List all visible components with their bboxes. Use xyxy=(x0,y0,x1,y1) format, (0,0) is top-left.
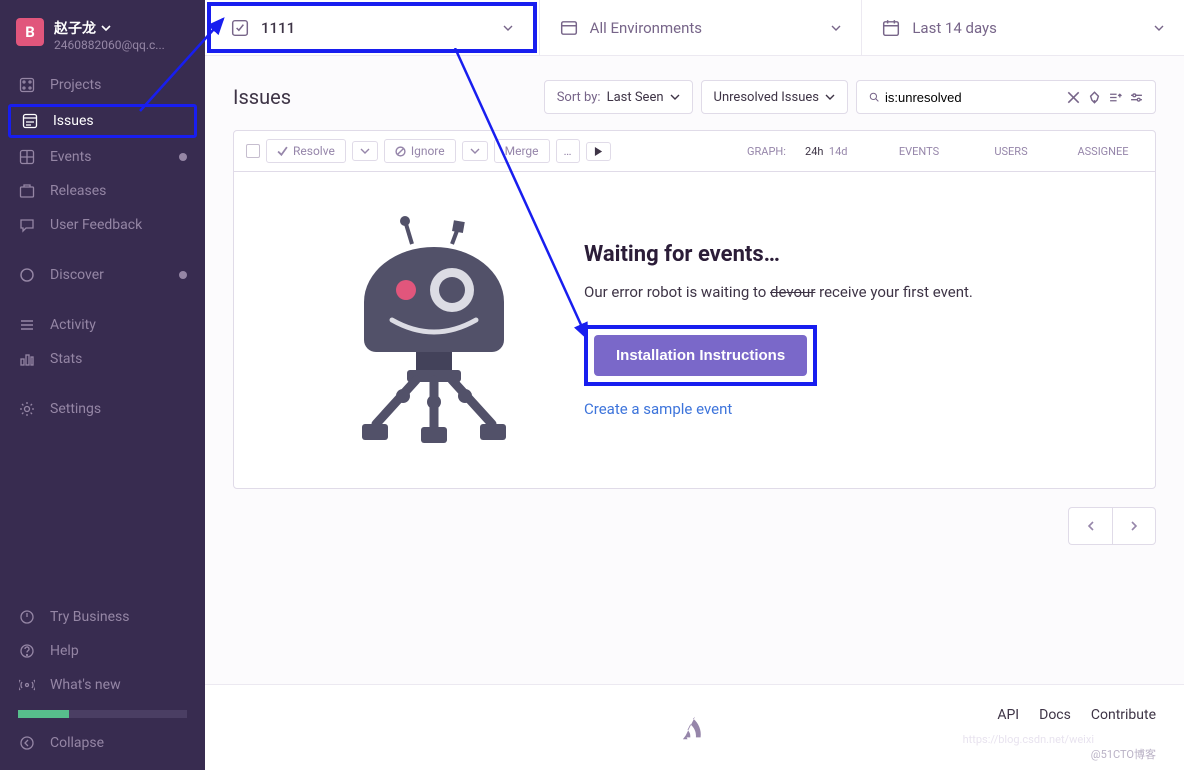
quota-progress xyxy=(18,710,187,718)
user-email: 2460882060@qq.c... xyxy=(54,38,189,52)
sidebar-item-collapse[interactable]: Collapse xyxy=(0,726,205,760)
search-input[interactable] xyxy=(856,80,1156,114)
empty-description: Our error robot is waiting to devour rec… xyxy=(584,281,973,304)
pagination xyxy=(233,507,1156,545)
assignee-header: ASSIGNEE xyxy=(1063,145,1143,158)
footer-link-contribute[interactable]: Contribute xyxy=(1091,707,1156,723)
ignore-dropdown[interactable] xyxy=(462,141,488,161)
merge-button[interactable]: Merge xyxy=(494,139,550,163)
events-header: EVENTS xyxy=(879,145,959,158)
clear-icon[interactable] xyxy=(1067,91,1080,104)
avatar: B xyxy=(16,18,44,46)
calendar-icon xyxy=(882,19,900,37)
select-all-checkbox[interactable] xyxy=(246,144,260,158)
more-actions-button[interactable]: … xyxy=(556,139,580,163)
sidebar-item-whats-new[interactable]: What's new xyxy=(0,668,205,702)
empty-state: Waiting for events… Our error robot is w… xyxy=(234,172,1155,488)
pin-icon[interactable] xyxy=(1088,91,1101,104)
saved-search-icon[interactable] xyxy=(1109,91,1122,104)
stats-icon xyxy=(18,350,36,368)
sidebar-item-issues[interactable]: Issues xyxy=(8,104,197,138)
empty-title: Waiting for events… xyxy=(584,242,973,267)
sort-dropdown[interactable]: Sort by: Last Seen xyxy=(544,80,693,114)
sidebar-item-help[interactable]: Help xyxy=(0,634,205,668)
create-sample-event-link[interactable]: Create a sample event xyxy=(584,400,973,418)
watermark-url: https://blog.csdn.net/weixi xyxy=(963,733,1094,746)
projects-icon xyxy=(18,76,36,94)
chevron-left-icon xyxy=(1086,521,1096,531)
chevron-down-icon xyxy=(670,92,680,102)
footer-link-docs[interactable]: Docs xyxy=(1039,707,1071,723)
sidebar: B 赵子龙 2460882060@qq.c... Projects Issues… xyxy=(0,0,205,770)
content-area: Issues Sort by: Last Seen Unresolved Iss… xyxy=(205,56,1184,684)
users-header: USERS xyxy=(971,145,1051,158)
power-icon xyxy=(18,608,36,626)
sidebar-item-releases[interactable]: Releases xyxy=(0,174,205,208)
sidebar-item-projects[interactable]: Projects xyxy=(0,68,205,102)
chevron-down-icon xyxy=(470,146,480,156)
chevron-down-icon xyxy=(1154,23,1164,33)
issues-toolbar: Resolve Ignore Merge … GRAPH: 24h 14d EV… xyxy=(234,131,1155,172)
prev-page-button[interactable] xyxy=(1068,507,1112,545)
robot-illustration xyxy=(324,212,544,448)
cta-highlight: Installation Instructions xyxy=(584,325,817,386)
sidebar-item-stats[interactable]: Stats xyxy=(0,342,205,376)
dot-badge-icon xyxy=(179,153,187,161)
user-name: 赵子龙 xyxy=(54,18,189,38)
sentry-logo-icon xyxy=(681,714,709,742)
watermark: @51CTO博客 xyxy=(1091,746,1156,762)
user-block[interactable]: B 赵子龙 2460882060@qq.c... xyxy=(0,0,205,64)
broadcast-icon xyxy=(18,676,36,694)
issues-icon xyxy=(21,112,39,130)
sidebar-item-events[interactable]: Events xyxy=(0,140,205,174)
discover-icon xyxy=(18,266,36,284)
releases-icon xyxy=(18,182,36,200)
realtime-button[interactable] xyxy=(586,142,611,161)
filter-dropdown[interactable]: Unresolved Issues xyxy=(701,80,848,114)
gear-icon xyxy=(18,400,36,418)
footer-link-api[interactable]: API xyxy=(997,707,1019,723)
chevron-down-icon xyxy=(831,23,841,33)
settings-toggle-icon[interactable] xyxy=(1130,91,1143,104)
sidebar-item-activity[interactable]: Activity xyxy=(0,308,205,342)
graph-header: GRAPH: 24h 14d xyxy=(747,145,867,158)
chevron-right-icon xyxy=(1129,521,1139,531)
time-range-selector[interactable]: Last 14 days xyxy=(861,0,1184,55)
project-icon xyxy=(231,19,249,37)
window-icon xyxy=(560,19,578,37)
chevron-down-icon xyxy=(101,23,111,33)
topbar: 1111 All Environments Last 14 days xyxy=(205,0,1184,56)
feedback-icon xyxy=(18,216,36,234)
installation-instructions-button[interactable]: Installation Instructions xyxy=(594,335,807,376)
collapse-icon xyxy=(18,734,36,752)
page-title: Issues xyxy=(233,85,291,109)
forbid-icon xyxy=(395,146,406,157)
check-icon xyxy=(277,146,288,157)
issues-panel: Resolve Ignore Merge … GRAPH: 24h 14d EV… xyxy=(233,130,1156,489)
activity-icon xyxy=(18,316,36,334)
sidebar-item-settings[interactable]: Settings xyxy=(0,392,205,426)
resolve-dropdown[interactable] xyxy=(352,141,378,161)
sidebar-item-discover[interactable]: Discover xyxy=(0,258,205,292)
dot-badge-icon xyxy=(179,271,187,279)
environment-selector[interactable]: All Environments xyxy=(539,0,862,55)
search-icon xyxy=(869,90,879,104)
chevron-down-icon xyxy=(825,92,835,102)
chevron-down-icon xyxy=(360,146,370,156)
sidebar-item-user-feedback[interactable]: User Feedback xyxy=(0,208,205,242)
project-selector[interactable]: 1111 xyxy=(207,2,537,53)
main: 1111 All Environments Last 14 days Issue… xyxy=(205,0,1184,770)
sidebar-item-try-business[interactable]: Try Business xyxy=(0,600,205,634)
play-icon xyxy=(594,147,603,156)
footer: API Docs Contribute https://blog.csdn.ne… xyxy=(205,684,1184,770)
next-page-button[interactable] xyxy=(1112,507,1156,545)
resolve-button[interactable]: Resolve xyxy=(266,139,346,163)
help-icon xyxy=(18,642,36,660)
events-icon xyxy=(18,148,36,166)
chevron-down-icon xyxy=(503,23,513,33)
ignore-button[interactable]: Ignore xyxy=(384,139,456,163)
